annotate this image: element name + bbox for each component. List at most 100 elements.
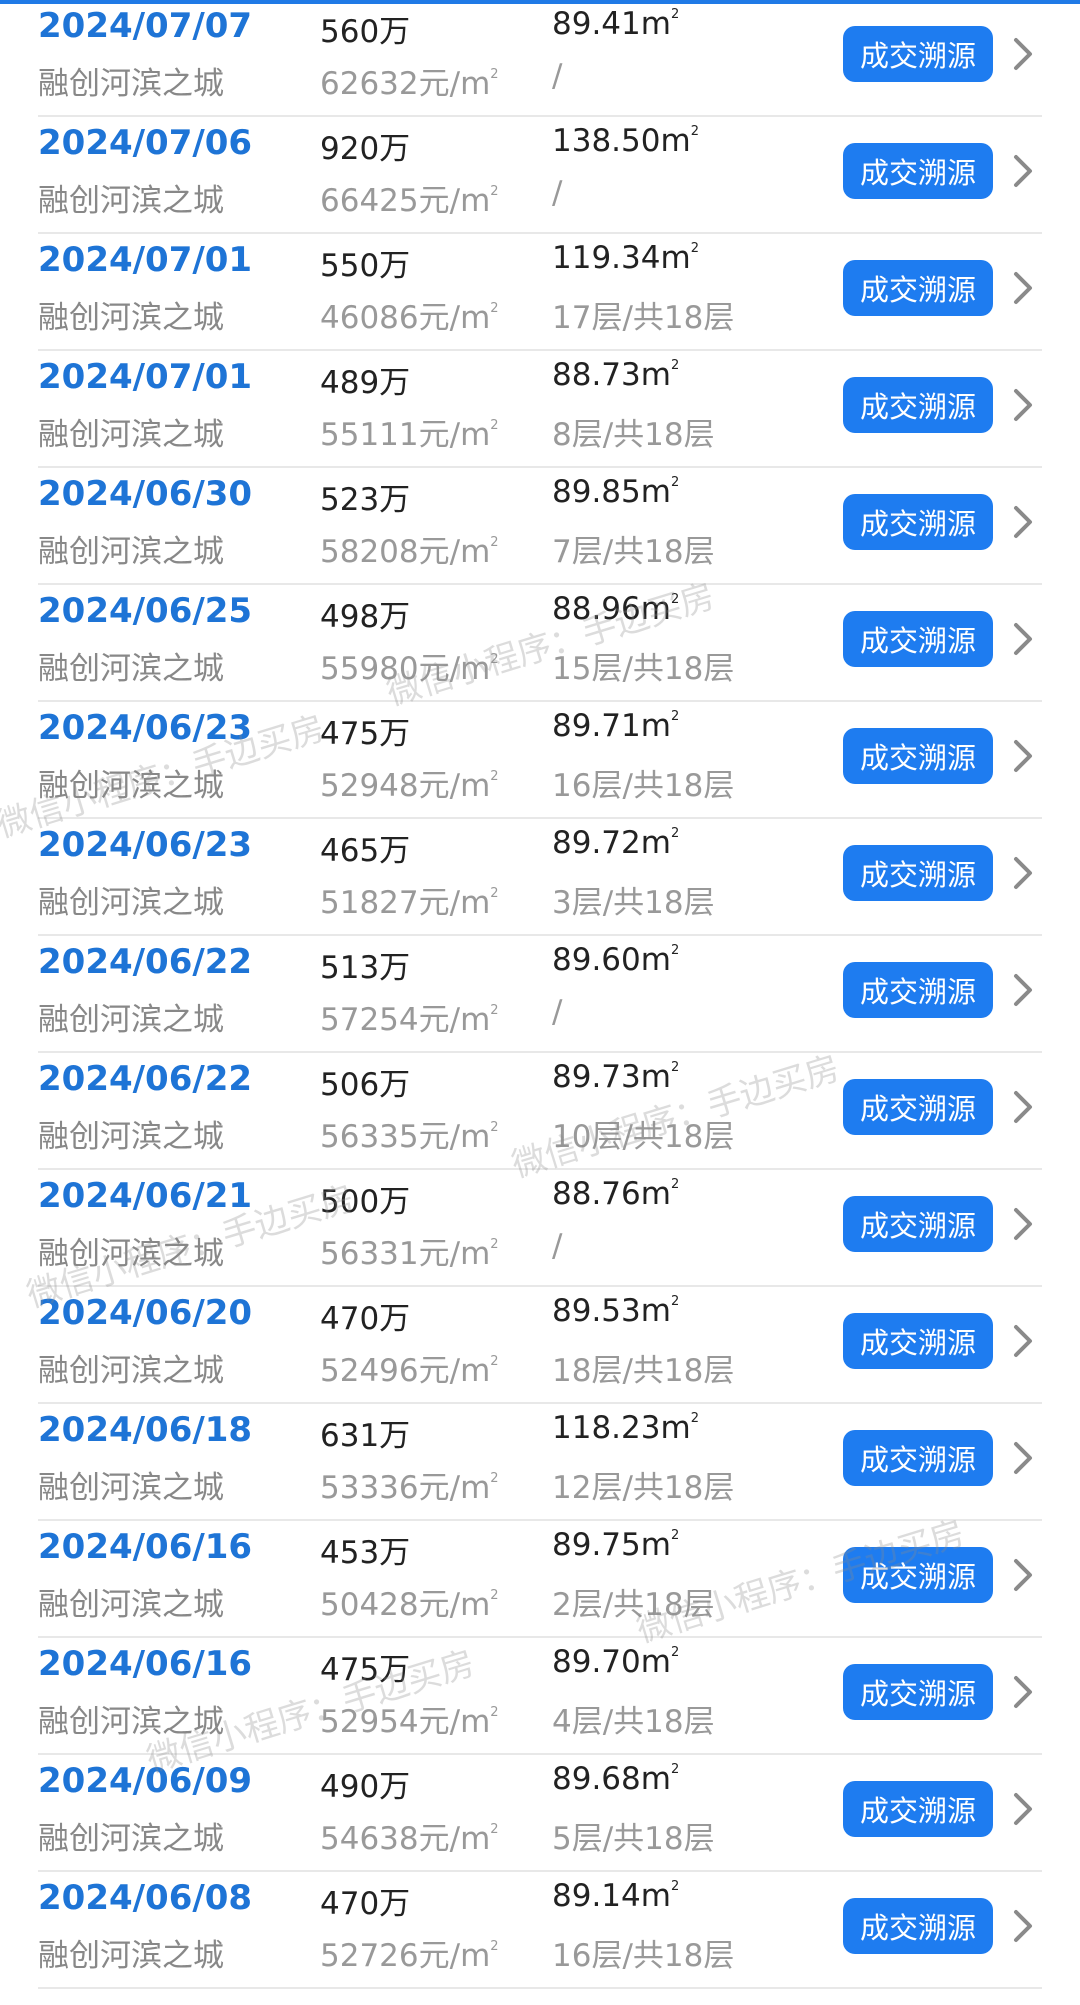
- transaction-row[interactable]: 2024/06/16 融创河滨之城 475万 52954元/m2 89.70m2…: [0, 1638, 1080, 1755]
- chevron-right-icon[interactable]: [1008, 736, 1038, 776]
- superscript-2: 2: [490, 1237, 499, 1252]
- trace-deal-button[interactable]: 成交溯源: [843, 26, 993, 82]
- chevron-right-icon[interactable]: [1008, 1087, 1038, 1127]
- unit-price: 62632元/m2: [320, 58, 499, 103]
- transaction-date: 2024/07/07: [38, 6, 253, 46]
- transaction-date: 2024/06/20: [38, 1293, 253, 1333]
- chevron-right-icon[interactable]: [1008, 1204, 1038, 1244]
- superscript-2: 2: [490, 1471, 499, 1486]
- superscript-2: 2: [670, 709, 680, 724]
- chevron-right-icon[interactable]: [1008, 1672, 1038, 1712]
- chevron-right-icon[interactable]: [1008, 34, 1038, 74]
- transaction-row[interactable]: 2024/06/22 融创河滨之城 513万 57254元/m2 89.60m2…: [0, 936, 1080, 1053]
- trace-deal-button[interactable]: 成交溯源: [843, 494, 993, 550]
- trace-deal-button[interactable]: 成交溯源: [843, 1664, 993, 1720]
- project-name: 融创河滨之城: [38, 1587, 224, 1623]
- price-unit-label: 元/m: [418, 1821, 491, 1857]
- chevron-right-icon[interactable]: [1008, 853, 1038, 893]
- unit-price-value: 52726: [320, 1938, 419, 1974]
- chevron-right-icon[interactable]: [1008, 1438, 1038, 1478]
- chevron-right-icon[interactable]: [1008, 1321, 1038, 1361]
- superscript-2: 2: [690, 1411, 699, 1426]
- price-unit-label: 元/m: [418, 1587, 491, 1623]
- chevron-right-icon[interactable]: [1008, 151, 1038, 191]
- transaction-row[interactable]: 2024/06/16 融创河滨之城 453万 50428元/m2 89.75m2…: [0, 1521, 1080, 1638]
- trace-deal-button[interactable]: 成交溯源: [843, 1547, 993, 1603]
- chevron-right-icon[interactable]: [1008, 1555, 1038, 1595]
- unit-price: 57254元/m2: [320, 994, 499, 1039]
- transaction-row[interactable]: 2024/07/01 融创河滨之城 550万 46086元/m2 119.34m…: [0, 234, 1080, 351]
- floor-area: 89.85m2: [552, 474, 679, 510]
- trace-deal-button[interactable]: 成交溯源: [843, 377, 993, 433]
- unit-price-value: 52496: [320, 1353, 419, 1389]
- trace-deal-button[interactable]: 成交溯源: [843, 143, 993, 199]
- area-unit-label: m: [640, 1878, 671, 1914]
- trace-deal-button[interactable]: 成交溯源: [843, 728, 993, 784]
- trace-deal-button[interactable]: 成交溯源: [843, 260, 993, 316]
- chevron-right-icon[interactable]: [1008, 268, 1038, 308]
- total-price: 498万: [320, 599, 411, 635]
- transaction-row[interactable]: 2024/06/21 融创河滨之城 500万 56331元/m2 88.76m2…: [0, 1170, 1080, 1287]
- floor-info: 18层/共18层: [552, 1353, 735, 1389]
- transaction-row[interactable]: 2024/06/22 融创河滨之城 506万 56335元/m2 89.73m2…: [0, 1053, 1080, 1170]
- total-price: 631万: [320, 1418, 411, 1454]
- transaction-date: 2024/06/16: [38, 1527, 253, 1567]
- chevron-right-icon[interactable]: [1008, 385, 1038, 425]
- chevron-right-icon[interactable]: [1008, 619, 1038, 659]
- unit-price-value: 50428: [320, 1587, 419, 1623]
- transaction-row[interactable]: 2024/07/01 融创河滨之城 489万 55111元/m2 88.73m2…: [0, 351, 1080, 468]
- trace-deal-button[interactable]: 成交溯源: [843, 1430, 993, 1486]
- trace-deal-button[interactable]: 成交溯源: [843, 1313, 993, 1369]
- unit-price-value: 54638: [320, 1821, 419, 1857]
- transaction-list: 2024/07/07 融创河滨之城 560万 62632元/m2 89.41m2…: [0, 0, 1080, 1989]
- transaction-row[interactable]: 2024/07/06 融创河滨之城 920万 66425元/m2 138.50m…: [0, 117, 1080, 234]
- unit-price: 51827元/m2: [320, 877, 499, 922]
- superscript-2: 2: [670, 1177, 680, 1192]
- chevron-right-icon[interactable]: [1008, 1789, 1038, 1829]
- chevron-right-icon[interactable]: [1008, 970, 1038, 1010]
- unit-price-value: 62632: [320, 66, 419, 102]
- area-unit-label: m: [660, 1410, 691, 1446]
- price-unit-label: 元/m: [418, 417, 491, 453]
- transaction-date: 2024/06/21: [38, 1176, 253, 1216]
- transaction-row[interactable]: 2024/06/08 融创河滨之城 470万 52726元/m2 89.14m2…: [0, 1872, 1080, 1989]
- area-value: 89.68: [552, 1761, 641, 1797]
- superscript-2: 2: [670, 1645, 680, 1660]
- price-unit-label: 元/m: [418, 885, 491, 921]
- transaction-date: 2024/07/01: [38, 240, 253, 280]
- trace-deal-button[interactable]: 成交溯源: [843, 1898, 993, 1954]
- superscript-2: 2: [670, 475, 680, 490]
- unit-price: 56335元/m2: [320, 1111, 499, 1156]
- trace-deal-button[interactable]: 成交溯源: [843, 845, 993, 901]
- transaction-row[interactable]: 2024/06/09 融创河滨之城 490万 54638元/m2 89.68m2…: [0, 1755, 1080, 1872]
- floor-info: /: [552, 175, 563, 211]
- floor-area: 138.50m2: [552, 123, 699, 159]
- chevron-right-icon[interactable]: [1008, 502, 1038, 542]
- project-name: 融创河滨之城: [38, 1938, 224, 1974]
- transaction-row[interactable]: 2024/06/23 融创河滨之城 475万 52948元/m2 89.71m2…: [0, 702, 1080, 819]
- floor-area: 89.72m2: [552, 825, 679, 861]
- area-value: 89.53: [552, 1293, 641, 1329]
- trace-deal-button[interactable]: 成交溯源: [843, 1079, 993, 1135]
- area-unit-label: m: [640, 708, 671, 744]
- transaction-date: 2024/06/23: [38, 708, 253, 748]
- transaction-row[interactable]: 2024/07/07 融创河滨之城 560万 62632元/m2 89.41m2…: [0, 0, 1080, 117]
- area-unit-label: m: [640, 1176, 671, 1212]
- trace-deal-button[interactable]: 成交溯源: [843, 611, 993, 667]
- transaction-date: 2024/07/01: [38, 357, 253, 397]
- superscript-2: 2: [490, 1822, 499, 1837]
- area-value: 89.73: [552, 1059, 641, 1095]
- transaction-row[interactable]: 2024/06/23 融创河滨之城 465万 51827元/m2 89.72m2…: [0, 819, 1080, 936]
- transaction-row[interactable]: 2024/06/20 融创河滨之城 470万 52496元/m2 89.53m2…: [0, 1287, 1080, 1404]
- chevron-right-icon[interactable]: [1008, 1906, 1038, 1946]
- area-value: 89.85: [552, 474, 641, 510]
- transaction-date: 2024/06/23: [38, 825, 253, 865]
- transaction-row[interactable]: 2024/06/25 融创河滨之城 498万 55980元/m2 88.96m2…: [0, 585, 1080, 702]
- price-unit-label: 元/m: [418, 1353, 491, 1389]
- transaction-row[interactable]: 2024/06/18 融创河滨之城 631万 53336元/m2 118.23m…: [0, 1404, 1080, 1521]
- trace-deal-button[interactable]: 成交溯源: [843, 1196, 993, 1252]
- transaction-row[interactable]: 2024/06/30 融创河滨之城 523万 58208元/m2 89.85m2…: [0, 468, 1080, 585]
- trace-deal-button[interactable]: 成交溯源: [843, 962, 993, 1018]
- price-unit-label: 元/m: [418, 1119, 491, 1155]
- trace-deal-button[interactable]: 成交溯源: [843, 1781, 993, 1837]
